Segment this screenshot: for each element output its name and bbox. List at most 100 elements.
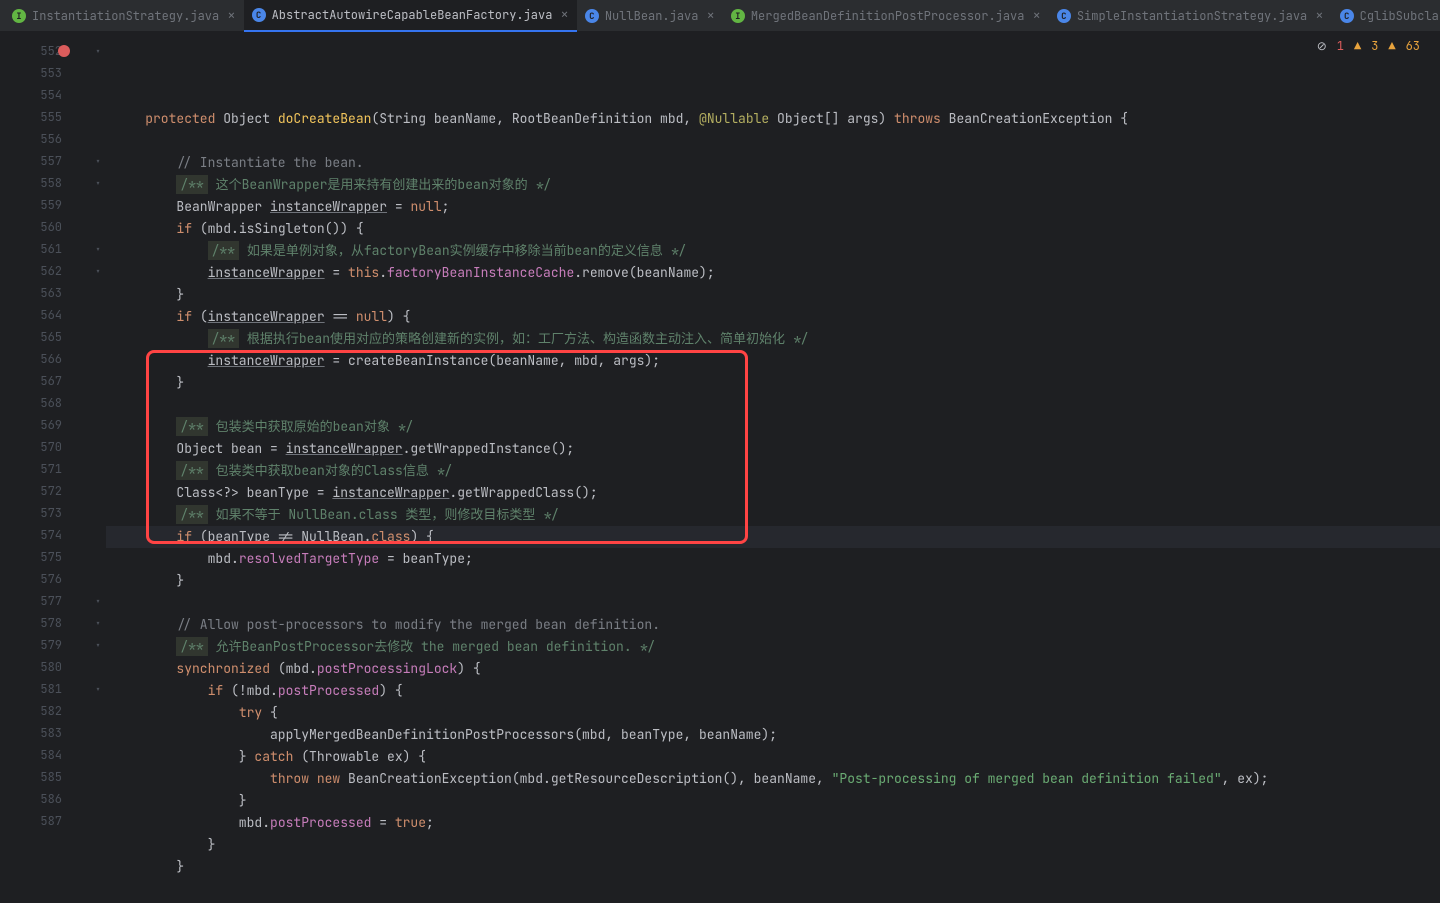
fold-marker[interactable] bbox=[90, 458, 106, 480]
line-number[interactable]: 567 bbox=[0, 370, 90, 392]
inspections-indicator[interactable]: ⊘ 1 ▲ 3 ▲ 63 bbox=[1317, 38, 1420, 54]
line-number[interactable]: 555 bbox=[0, 106, 90, 128]
fold-marker[interactable] bbox=[90, 656, 106, 678]
line-number[interactable]: 570 bbox=[0, 436, 90, 458]
code-line[interactable] bbox=[106, 592, 1440, 614]
code-line[interactable]: } bbox=[106, 284, 1440, 306]
fold-marker[interactable]: ▾ bbox=[90, 612, 106, 634]
fold-marker[interactable] bbox=[90, 194, 106, 216]
code-line[interactable]: instanceWrapper = this.factoryBeanInstan… bbox=[106, 262, 1440, 284]
code-line[interactable]: throw new BeanCreationException(mbd.getR… bbox=[106, 768, 1440, 790]
code-line[interactable]: Class<?> beanType = instanceWrapper.getW… bbox=[106, 482, 1440, 504]
line-number[interactable]: 556 bbox=[0, 128, 90, 150]
close-icon[interactable]: × bbox=[706, 7, 714, 25]
fold-marker[interactable] bbox=[90, 414, 106, 436]
line-number[interactable]: 583 bbox=[0, 722, 90, 744]
code-line[interactable]: /** 包装类中获取原始的bean对象 */ bbox=[106, 416, 1440, 438]
fold-marker[interactable]: ▾ bbox=[90, 238, 106, 260]
code-line[interactable]: Object bean = instanceWrapper.getWrapped… bbox=[106, 438, 1440, 460]
line-number[interactable]: 558 bbox=[0, 172, 90, 194]
fold-marker[interactable] bbox=[90, 436, 106, 458]
line-number[interactable]: 576 bbox=[0, 568, 90, 590]
code-line[interactable] bbox=[106, 130, 1440, 152]
fold-marker[interactable] bbox=[90, 128, 106, 150]
code-line[interactable] bbox=[106, 878, 1440, 900]
fold-marker[interactable] bbox=[90, 722, 106, 744]
close-icon[interactable]: × bbox=[560, 6, 568, 24]
line-number[interactable]: 582 bbox=[0, 700, 90, 722]
code-line[interactable]: if (!mbd.postProcessed) { bbox=[106, 680, 1440, 702]
line-number[interactable]: 571 bbox=[0, 458, 90, 480]
code-line[interactable]: } bbox=[106, 856, 1440, 878]
line-number[interactable]: 569 bbox=[0, 414, 90, 436]
code-line[interactable]: /** 这个BeanWrapper是用来持有创建出来的bean对象的 */ bbox=[106, 174, 1440, 196]
fold-marker[interactable] bbox=[90, 326, 106, 348]
fold-marker[interactable]: ▾ bbox=[90, 260, 106, 282]
line-number[interactable]: 578 bbox=[0, 612, 90, 634]
fold-marker[interactable]: ▾ bbox=[90, 634, 106, 656]
line-number[interactable]: 581 bbox=[0, 678, 90, 700]
tab-3[interactable]: IMergedBeanDefinitionPostProcessor.java× bbox=[723, 0, 1049, 32]
code-line[interactable]: // Instantiate the bean. bbox=[106, 152, 1440, 174]
code-line[interactable]: if (instanceWrapper == null) { bbox=[106, 306, 1440, 328]
fold-marker[interactable] bbox=[90, 524, 106, 546]
fold-marker[interactable]: ▾ bbox=[90, 172, 106, 194]
fold-marker[interactable] bbox=[90, 766, 106, 788]
close-icon[interactable]: × bbox=[227, 7, 235, 25]
code-line[interactable]: } bbox=[106, 570, 1440, 592]
line-number[interactable]: 586 bbox=[0, 788, 90, 810]
line-number[interactable]: 566 bbox=[0, 348, 90, 370]
line-number[interactable]: 557 bbox=[0, 150, 90, 172]
line-number[interactable]: 565 bbox=[0, 326, 90, 348]
fold-marker[interactable] bbox=[90, 62, 106, 84]
code-area[interactable]: ⊘ 1 ▲ 3 ▲ 63 protected Object doCreateBe… bbox=[106, 32, 1440, 903]
code-line[interactable]: if (beanType != NullBean.class) { bbox=[106, 526, 1440, 548]
line-number[interactable]: 573 bbox=[0, 502, 90, 524]
fold-marker[interactable] bbox=[90, 744, 106, 766]
fold-column[interactable]: ▾▾▾▾▾▾▾▾▾ bbox=[90, 32, 106, 903]
code-line[interactable]: // Allow post-processors to modify the m… bbox=[106, 614, 1440, 636]
fold-marker[interactable] bbox=[90, 788, 106, 810]
code-line[interactable]: /** 根据执行bean使用对应的策略创建新的实例，如：工厂方法、构造函数主动注… bbox=[106, 328, 1440, 350]
line-number[interactable]: 568 bbox=[0, 392, 90, 414]
fold-marker[interactable] bbox=[90, 502, 106, 524]
fold-marker[interactable]: ▾ bbox=[90, 678, 106, 700]
tab-1[interactable]: CAbstractAutowireCapableBeanFactory.java… bbox=[244, 0, 577, 32]
code-line[interactable]: protected Object doCreateBean(String bea… bbox=[106, 108, 1440, 130]
code-line[interactable] bbox=[106, 394, 1440, 416]
fold-marker[interactable] bbox=[90, 304, 106, 326]
code-line[interactable]: /** 包装类中获取bean对象的Class信息 */ bbox=[106, 460, 1440, 482]
code-line[interactable]: /** 允许BeanPostProcessor去修改 the merged be… bbox=[106, 636, 1440, 658]
line-number[interactable]: 552 bbox=[0, 40, 90, 62]
fold-marker[interactable] bbox=[90, 282, 106, 304]
line-number[interactable]: 564 bbox=[0, 304, 90, 326]
fold-marker[interactable] bbox=[90, 810, 106, 832]
code-line[interactable]: /** 如果不等于 NullBean.class 类型，则修改目标类型 */ bbox=[106, 504, 1440, 526]
fold-marker[interactable] bbox=[90, 348, 106, 370]
close-icon[interactable]: × bbox=[1032, 7, 1040, 25]
code-line[interactable]: } bbox=[106, 372, 1440, 394]
code-line[interactable]: synchronized (mbd.postProcessingLock) { bbox=[106, 658, 1440, 680]
close-icon[interactable]: × bbox=[1315, 7, 1323, 25]
code-line[interactable]: if (mbd.isSingleton()) { bbox=[106, 218, 1440, 240]
code-line[interactable]: try { bbox=[106, 702, 1440, 724]
line-number[interactable]: 574 bbox=[0, 524, 90, 546]
fold-marker[interactable]: ▾ bbox=[90, 590, 106, 612]
line-number[interactable]: 554 bbox=[0, 84, 90, 106]
fold-marker[interactable] bbox=[90, 568, 106, 590]
line-number[interactable]: 577 bbox=[0, 590, 90, 612]
code-line[interactable]: } bbox=[106, 834, 1440, 856]
code-line[interactable]: mbd.resolvedTargetType = beanType; bbox=[106, 548, 1440, 570]
line-number[interactable]: 553 bbox=[0, 62, 90, 84]
fold-marker[interactable] bbox=[90, 392, 106, 414]
gutter[interactable]: 5525535545555565575585595605615625635645… bbox=[0, 32, 90, 903]
fold-marker[interactable] bbox=[90, 700, 106, 722]
line-number[interactable]: 585 bbox=[0, 766, 90, 788]
code-line[interactable]: applyMergedBeanDefinitionPostProcessors(… bbox=[106, 724, 1440, 746]
tab-5[interactable]: CCglibSubclassingInstantiationStrategy.j… bbox=[1332, 0, 1440, 32]
line-number[interactable]: 579 bbox=[0, 634, 90, 656]
line-number[interactable]: 563 bbox=[0, 282, 90, 304]
line-number[interactable]: 575 bbox=[0, 546, 90, 568]
line-number[interactable]: 562 bbox=[0, 260, 90, 282]
fold-marker[interactable] bbox=[90, 370, 106, 392]
